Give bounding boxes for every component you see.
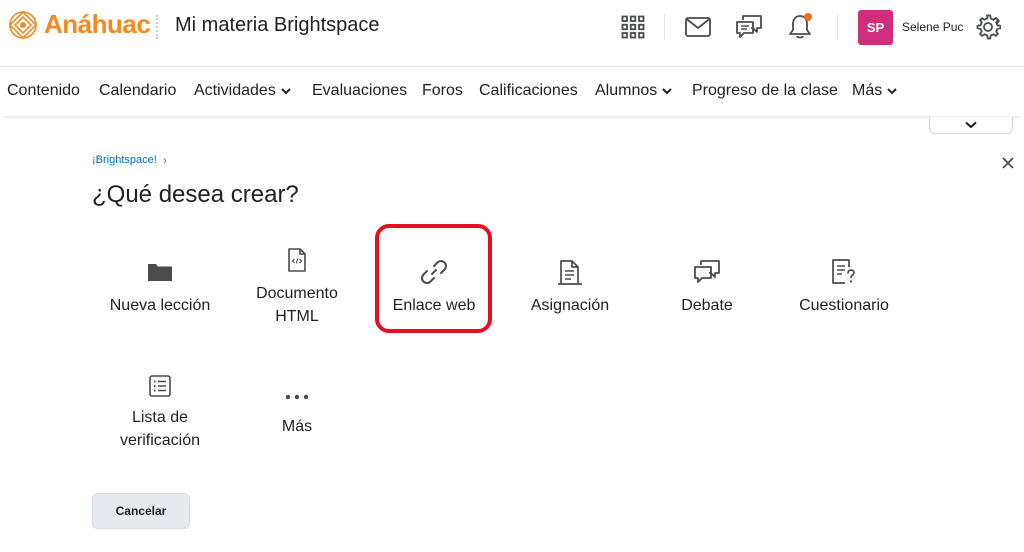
- nav-item-evaluaciones[interactable]: Evaluaciones: [312, 82, 407, 100]
- header-separator: [837, 14, 838, 40]
- nav-item-mas[interactable]: Más: [852, 82, 897, 100]
- chevron-down-icon: [281, 87, 291, 94]
- checklist-icon: [149, 375, 171, 397]
- user-name[interactable]: Selene Puc: [902, 20, 963, 34]
- quiz-icon: [831, 258, 857, 286]
- chevron-down-icon: [662, 87, 672, 94]
- dialog-title: ¿Qué desea crear?: [92, 181, 299, 208]
- option-label: Más: [281, 418, 313, 435]
- nav-item-progreso[interactable]: Progreso de la clase: [692, 82, 838, 100]
- avatar[interactable]: SP: [858, 10, 893, 45]
- highlight-annotation: [375, 224, 492, 333]
- course-title[interactable]: Mi materia Brightspace: [175, 14, 380, 37]
- mail-icon[interactable]: [683, 12, 713, 42]
- nav-item-calendario[interactable]: Calendario: [99, 82, 176, 100]
- anahuac-logo[interactable]: Anáhuac: [8, 9, 151, 40]
- gear-icon[interactable]: [973, 12, 1003, 42]
- brand-name: Anáhuac: [44, 9, 151, 39]
- option-label: Cuestionario: [799, 297, 889, 314]
- option-documento-html[interactable]: Documento HTML: [232, 246, 362, 328]
- anahuac-logo-icon: [8, 10, 38, 39]
- breadcrumb-separator-icon: ›: [162, 153, 167, 167]
- top-header: Anáhuac Mi materia Brightspace SP Selene…: [0, 0, 1024, 56]
- header-separator: [664, 14, 665, 40]
- breadcrumb-link[interactable]: ¡Brightspace!: [92, 154, 157, 166]
- nav-item-alumnos[interactable]: Alumnos: [595, 82, 672, 100]
- option-cuestionario[interactable]: Cuestionario: [779, 258, 909, 317]
- chat-icon[interactable]: [734, 12, 764, 42]
- html-document-icon: [288, 246, 306, 274]
- cancel-button[interactable]: Cancelar: [92, 493, 190, 529]
- course-navbar: Contenido Calendario Actividades Evaluac…: [0, 66, 1024, 116]
- option-asignacion[interactable]: Asignación: [505, 258, 635, 317]
- option-debate[interactable]: Debate: [642, 258, 772, 317]
- option-nueva-leccion[interactable]: Nueva lección: [95, 258, 225, 317]
- nav-item-contenido[interactable]: Contenido: [7, 82, 80, 100]
- nav-item-actividades[interactable]: Actividades: [194, 82, 291, 100]
- close-icon: [1002, 157, 1014, 169]
- header-collapse-toggle[interactable]: [929, 117, 1013, 134]
- header-divider: [156, 15, 158, 39]
- chevron-down-icon: [965, 121, 977, 129]
- option-mas[interactable]: Más: [232, 387, 362, 438]
- option-label: Debate: [681, 297, 733, 314]
- breadcrumb: ¡Brightspace! ›: [92, 153, 167, 167]
- discussion-icon: [693, 258, 721, 286]
- assignment-icon: [557, 258, 583, 286]
- chevron-down-icon: [887, 87, 897, 94]
- grid-icon[interactable]: [618, 12, 648, 42]
- notification-dot: [804, 13, 812, 21]
- more-icon: [285, 387, 309, 407]
- option-label: Documento HTML: [256, 285, 338, 325]
- option-lista-verificacion[interactable]: Lista de verificación: [95, 375, 225, 452]
- option-label: Lista de verificación: [119, 409, 201, 449]
- close-button[interactable]: [1000, 155, 1016, 171]
- nav-item-foros[interactable]: Foros: [422, 82, 463, 100]
- option-label: Asignación: [530, 297, 610, 314]
- option-label: Nueva lección: [109, 297, 211, 314]
- bell-icon[interactable]: [785, 12, 815, 42]
- folder-icon: [147, 258, 173, 286]
- nav-item-calificaciones[interactable]: Calificaciones: [479, 82, 578, 100]
